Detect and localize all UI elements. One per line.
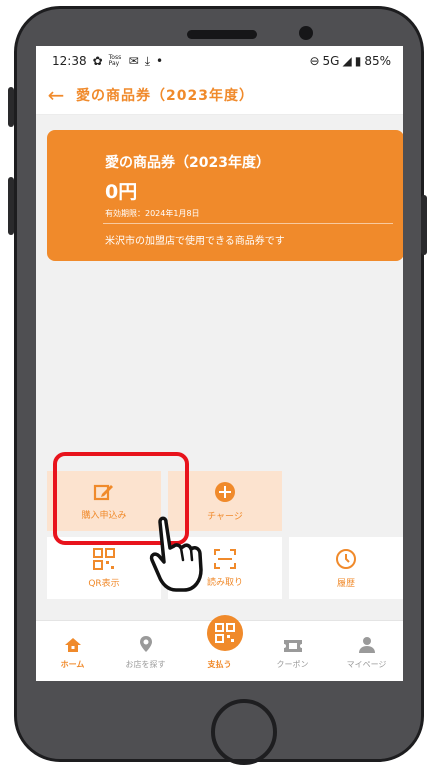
nav-coupon[interactable]: クーポン (256, 621, 329, 681)
phone-side-button-upper (8, 87, 14, 127)
nav-mypage[interactable]: マイページ (330, 621, 403, 681)
dnd-icon: ⊖ (309, 54, 320, 68)
nav-pay-label: 支払う (207, 660, 232, 669)
clock-icon (336, 548, 356, 569)
plus-circle-icon (215, 481, 235, 502)
status-bar: 12:38 ✿ Toss Pay ✉ ⤓ • ⊖ 5G ◢ ▮ 85% (36, 46, 403, 76)
page-title: 愛の商品券（2023年度） (76, 88, 254, 104)
card-divider (103, 223, 393, 224)
arrow-left-icon[interactable]: ← (36, 83, 76, 107)
signal-icon: ◢ (342, 54, 352, 68)
battery-icon: ▮ (354, 54, 362, 68)
qr-display-label: QR表示 (88, 578, 120, 589)
nav-coupon-label: クーポン (276, 660, 309, 669)
phone-side-button-lower (8, 177, 14, 235)
pay-notification-icon: Toss Pay (108, 54, 122, 67)
voucher-balance: 0円 (105, 181, 138, 203)
battery-level: 85% (364, 54, 391, 68)
phone-home-button[interactable] (211, 699, 277, 765)
clock-time: 12:38 (52, 54, 87, 68)
nav-home[interactable]: ホーム (36, 621, 109, 681)
voucher-card[interactable]: 愛の商品券（2023年度） 0円 有効期限：2024年1月8日 米沢市の加盟店で… (47, 130, 403, 261)
network-label: 5G (322, 54, 340, 68)
history-label: 履歴 (336, 578, 355, 589)
pointing-hand-icon (149, 516, 203, 592)
dot-icon: • (156, 54, 164, 68)
app-screen: 12:38 ✿ Toss Pay ✉ ⤓ • ⊖ 5G ◢ ▮ 85% ← 愛の… (36, 46, 403, 681)
phone-side-button-right (421, 195, 427, 255)
nav-home-label: ホーム (60, 660, 85, 669)
pay-qr-icon[interactable] (207, 615, 243, 651)
download-icon: ⤓ (144, 53, 151, 68)
history-button[interactable]: 履歴 (289, 537, 403, 599)
nav-mypage-label: マイページ (346, 660, 387, 669)
voucher-expiry: 有効期限：2024年1月8日 (105, 209, 200, 218)
ticket-icon (283, 640, 302, 652)
phone-camera (299, 26, 313, 40)
nav-find-shop-label: お店を探す (125, 660, 166, 669)
qr-display-button[interactable]: QR表示 (47, 537, 161, 599)
voucher-name: 愛の商品券（2023年度） (105, 155, 270, 171)
nav-find-shop[interactable]: お店を探す (109, 621, 182, 681)
location-pin-icon (139, 636, 152, 652)
gear-icon: ✿ (92, 54, 103, 68)
bottom-nav: ホーム お店を探す 支払う クーポン マイページ (36, 615, 403, 681)
phone-speaker (187, 30, 257, 39)
app-bar: ← 愛の商品券（2023年度） (36, 76, 403, 115)
mail-icon: ✉ (128, 54, 139, 68)
qr-code-icon (93, 547, 115, 570)
voucher-description: 米沢市の加盟店で使用できる商品券です (105, 236, 285, 247)
home-icon (64, 638, 81, 652)
person-icon (358, 637, 375, 653)
scan-icon (214, 548, 236, 569)
